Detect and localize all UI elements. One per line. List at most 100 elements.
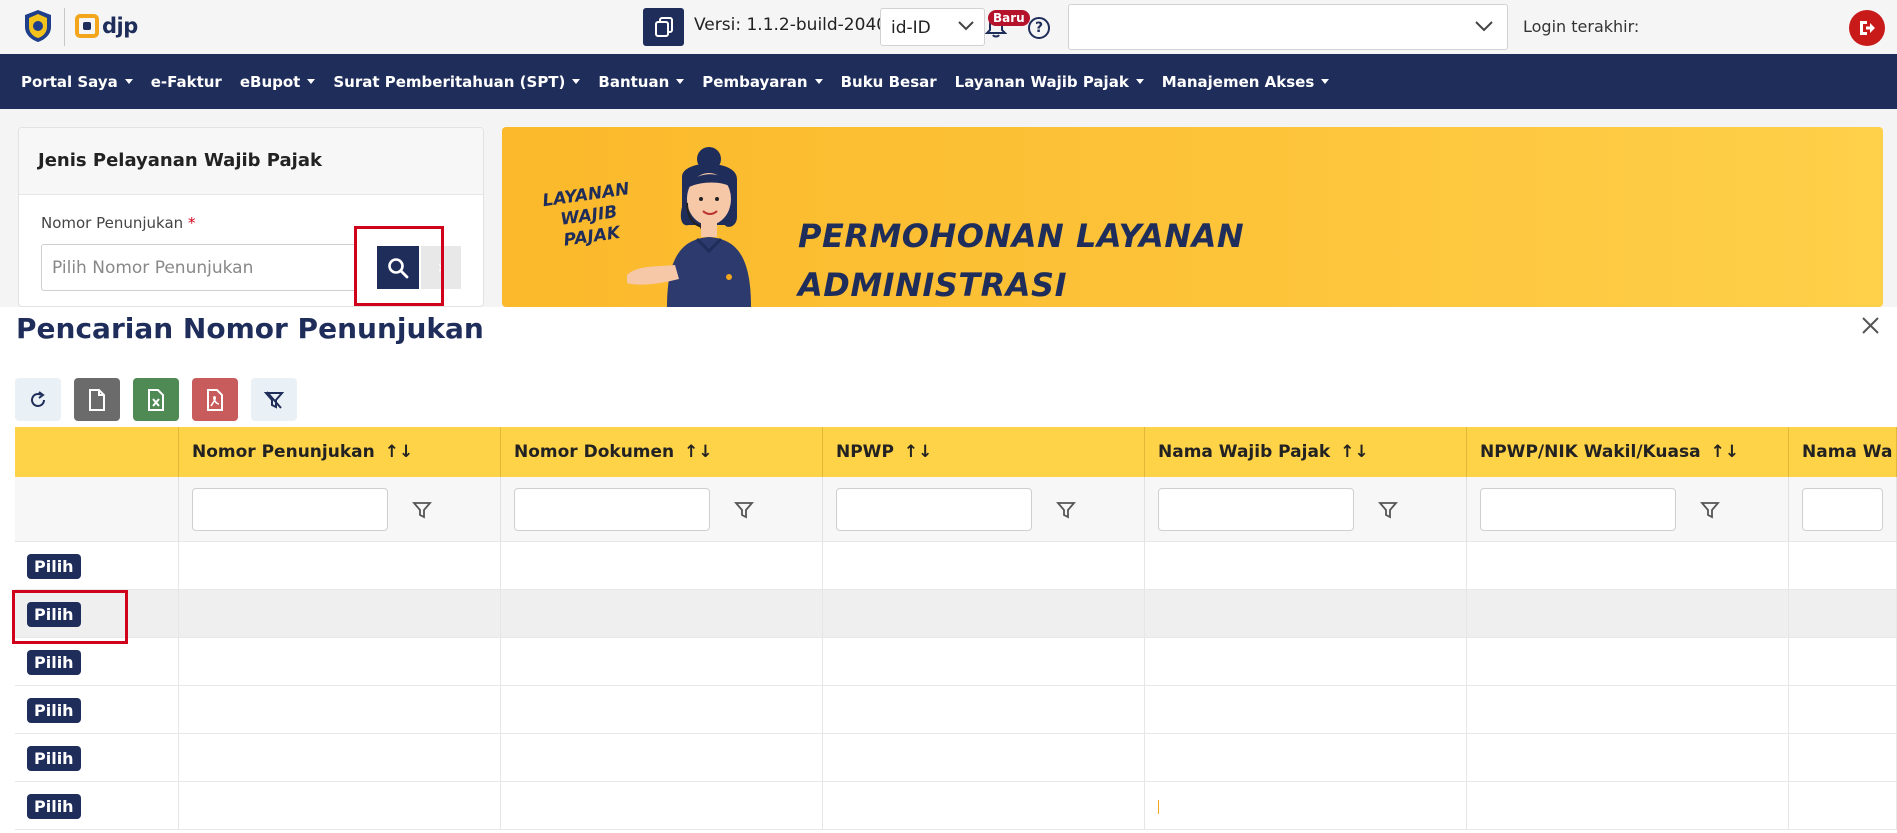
header-npwp[interactable]: NPWP ↑↓ <box>823 427 1145 477</box>
nav-layanan-wajib-pajak[interactable]: Layanan Wajib Pajak <box>955 73 1144 91</box>
djp-logo[interactable]: djp <box>75 13 138 39</box>
nav-pembayaran[interactable]: Pembayaran <box>702 72 823 91</box>
filter-icon[interactable] <box>1378 500 1398 520</box>
help-icon[interactable]: ? <box>1028 17 1050 39</box>
filter-icon[interactable] <box>412 500 432 520</box>
table-row[interactable]: Pilih <box>15 542 1897 590</box>
sort-icon[interactable]: ↑↓ <box>904 442 933 462</box>
sort-icon[interactable]: ↑↓ <box>385 442 414 462</box>
nav-buku-besar[interactable]: Buku Besar <box>841 73 937 91</box>
table-cell <box>501 542 823 590</box>
filter-input[interactable] <box>1802 488 1883 531</box>
appointment-number-input[interactable]: Pilih Nomor Penunjukan <box>41 244 357 291</box>
table-row[interactable]: Pilih <box>15 590 1897 638</box>
select-button[interactable]: Pilih <box>27 649 81 675</box>
table-cell <box>1789 686 1897 734</box>
table-row[interactable]: Pilih <box>15 782 1897 830</box>
copy-version-button[interactable] <box>643 8 684 46</box>
header-nama-wajib-pajak[interactable]: Nama Wajib Pajak ↑↓ <box>1145 427 1467 477</box>
table-row[interactable]: Pilih <box>15 686 1897 734</box>
pdf-icon <box>207 388 223 411</box>
banner-tag: LAYANAN WAJIB PAJAK <box>540 179 638 254</box>
djp-logo-text: djp <box>102 14 138 38</box>
table-cell <box>1467 734 1789 782</box>
clear-filter-button[interactable] <box>251 378 297 421</box>
export-document-button[interactable] <box>74 378 120 421</box>
nav-bantuan[interactable]: Bantuan <box>598 73 685 91</box>
caret-down-icon <box>814 79 823 84</box>
table-row[interactable]: Pilih <box>15 734 1897 782</box>
action-cell: Pilih <box>15 638 179 686</box>
caret-down-icon <box>572 79 581 84</box>
header-label: NPWP <box>836 442 894 462</box>
action-cell: Pilih <box>15 782 179 830</box>
nav-label: eBupot <box>239 72 301 91</box>
nav-e-faktur[interactable]: e-Faktur <box>151 73 222 91</box>
table-cell <box>501 782 823 830</box>
clear-filter-icon <box>264 390 284 409</box>
header-nomor-dokumen[interactable]: Nomor Dokumen ↑↓ <box>501 427 823 477</box>
table-row[interactable]: Pilih <box>15 638 1897 686</box>
refresh-button[interactable] <box>15 378 61 421</box>
filter-input[interactable] <box>192 488 388 531</box>
table-cell <box>1789 782 1897 830</box>
sort-icon[interactable]: ↑↓ <box>1711 442 1740 462</box>
filter-icon[interactable] <box>734 500 754 520</box>
nav-label: Pembayaran <box>702 72 808 91</box>
table-cell <box>1145 734 1467 782</box>
version-value: 1.1.2-build-2040 <box>746 15 888 35</box>
filter-icon[interactable] <box>1700 500 1720 520</box>
select-button[interactable]: Pilih <box>27 793 81 819</box>
filter-input[interactable] <box>836 488 1032 531</box>
nav-ebupot[interactable]: eBupot <box>240 73 316 91</box>
table-cell <box>1789 734 1897 782</box>
table-cell <box>1789 542 1897 590</box>
table-cell <box>1467 590 1789 638</box>
table-toolbar <box>15 378 297 421</box>
chevron-down-icon <box>958 21 974 31</box>
sort-icon[interactable]: ↑↓ <box>684 442 713 462</box>
table-cell <box>179 782 501 830</box>
table-cell <box>179 590 501 638</box>
filter-cell <box>179 477 501 542</box>
select-button[interactable]: Pilih <box>27 745 81 771</box>
select-button[interactable]: Pilih <box>27 553 81 579</box>
filter-input[interactable] <box>1158 488 1354 531</box>
copy-icon <box>654 17 673 37</box>
header-label: Nama Wa <box>1802 442 1893 462</box>
sort-icon[interactable]: ↑↓ <box>1340 442 1369 462</box>
new-badge: Baru <box>988 10 1030 26</box>
nav-portal-saya[interactable]: Portal Saya <box>21 73 133 91</box>
modal-title: Pencarian Nomor Penunjukan <box>16 312 484 345</box>
table-cell <box>179 542 501 590</box>
appointment-search-modal: Pencarian Nomor Penunjukan Nomor Penunju… <box>0 307 1897 833</box>
table-cell <box>1145 638 1467 686</box>
filter-input[interactable] <box>1480 488 1676 531</box>
header-nomor-penunjukan[interactable]: Nomor Penunjukan ↑↓ <box>179 427 501 477</box>
header-nama-wakil[interactable]: Nama Wa <box>1789 427 1897 477</box>
caret-down-icon <box>124 79 133 84</box>
filter-input[interactable] <box>514 488 710 531</box>
appointment-number-label-text: Nomor Penunjukan <box>41 214 184 232</box>
table-cell <box>823 638 1145 686</box>
service-banner: LAYANAN WAJIB PAJAK PERMOHONAN LAYANAN A… <box>502 127 1883 307</box>
language-select[interactable]: id-ID <box>880 8 985 46</box>
service-card-title: Jenis Pelayanan Wajib Pajak <box>19 128 483 195</box>
select-button-highlight <box>12 590 128 644</box>
role-select[interactable] <box>1068 4 1508 50</box>
customer-service-illustration-icon <box>627 147 751 307</box>
export-pdf-button[interactable] <box>192 378 238 421</box>
select-button[interactable]: Pilih <box>27 697 81 723</box>
header-label: Nomor Penunjukan <box>192 442 375 462</box>
table-cell <box>1145 782 1467 830</box>
close-icon[interactable] <box>1862 317 1879 334</box>
header-npwp-nik-wakil[interactable]: NPWP/NIK Wakil/Kuasa ↑↓ <box>1467 427 1789 477</box>
logout-button[interactable] <box>1849 10 1885 46</box>
export-excel-button[interactable] <box>133 378 179 421</box>
nav-spt[interactable]: Surat Pemberitahuan (SPT) <box>333 73 581 91</box>
table-cell <box>1467 542 1789 590</box>
nav-manajemen-akses[interactable]: Manajemen Akses <box>1162 73 1330 91</box>
filter-icon[interactable] <box>1056 500 1076 520</box>
table-header-row: Nomor Penunjukan ↑↓ Nomor Dokumen ↑↓ NPWP ↑… <box>15 427 1897 477</box>
table-cell <box>179 686 501 734</box>
